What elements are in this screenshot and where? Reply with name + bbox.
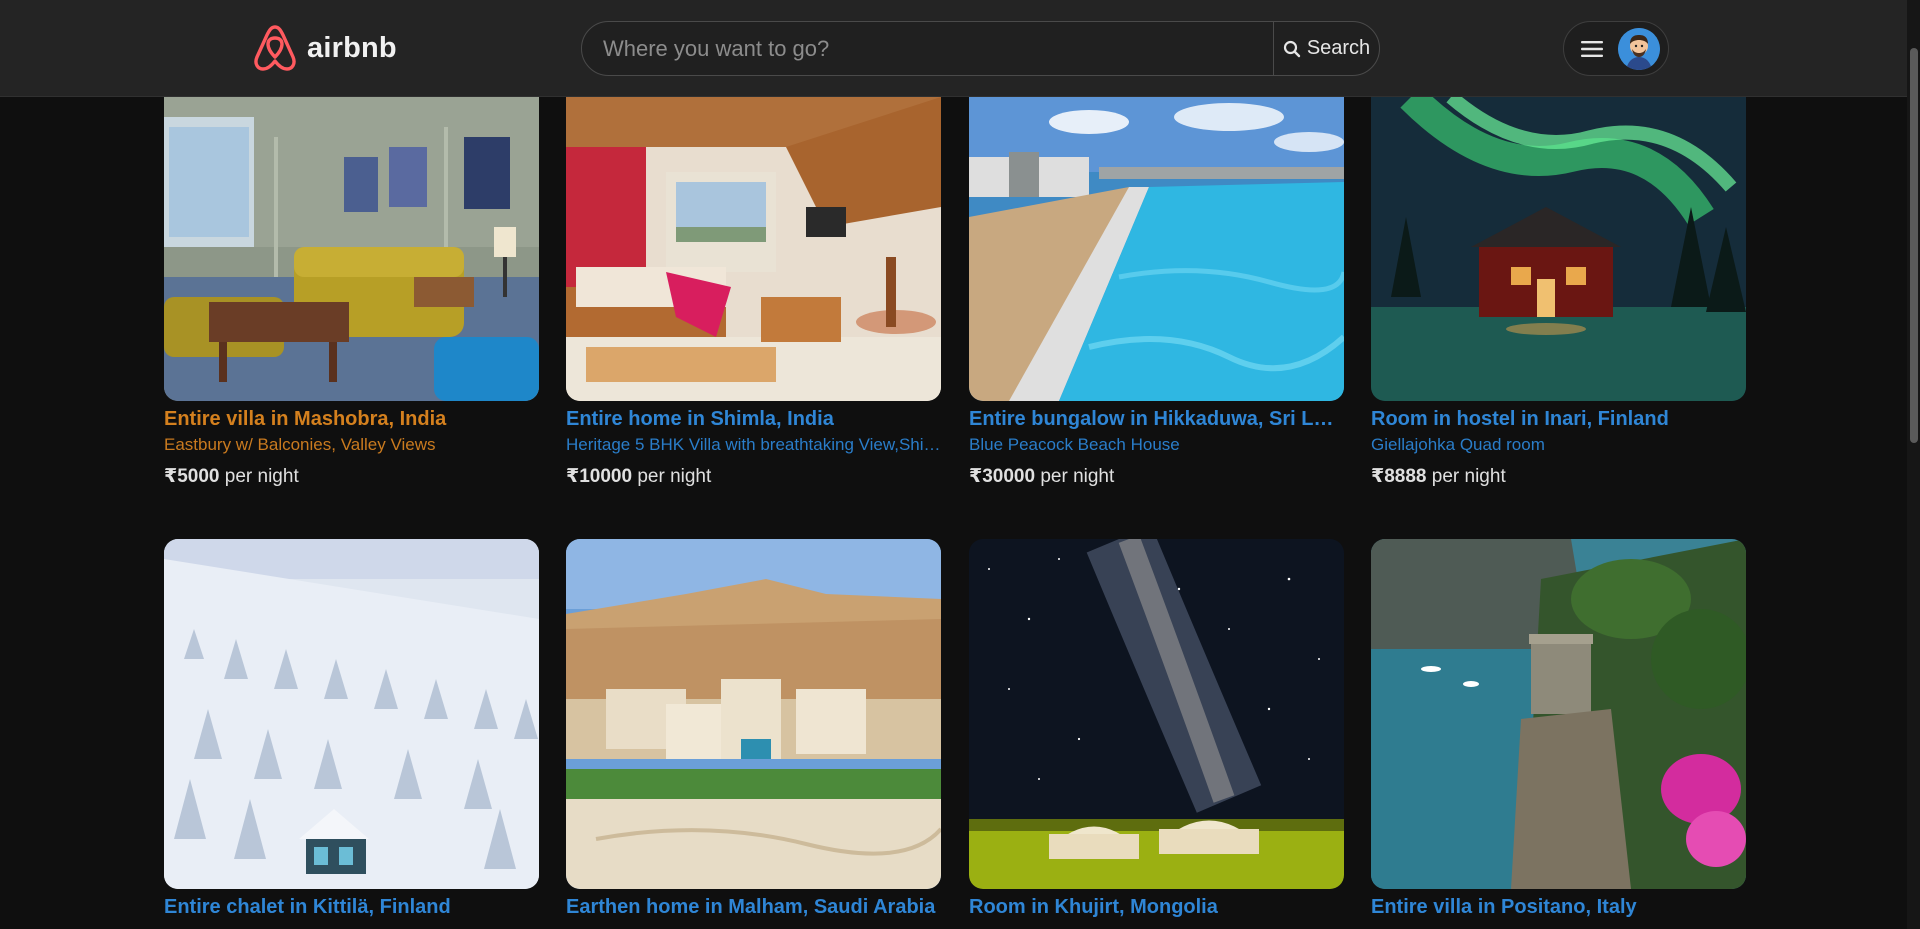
listing-subtitle[interactable]: Blue Peacock Beach House (969, 435, 1344, 455)
listing-photo[interactable] (164, 539, 539, 889)
search-input[interactable] (582, 22, 1273, 75)
price-amount: ₹30000 (969, 466, 1036, 487)
listing-card[interactable]: Entire bungalow in Hikkaduwa, Sri Lanka … (969, 97, 1344, 488)
price-suffix: per night (1035, 466, 1115, 487)
listing-card[interactable]: Entire chalet in Kittilä, Finland (164, 539, 539, 919)
listing-photo[interactable] (164, 97, 539, 401)
brand-name: airbnb (307, 31, 397, 64)
listing-photo[interactable] (969, 97, 1344, 401)
search-button-label: Search (1306, 37, 1371, 59)
listing-card[interactable]: Room in hostel in Inari, Finland Giellaj… (1371, 97, 1746, 488)
listing-card[interactable]: Entire villa in Mashobra, India Eastbury… (164, 97, 539, 488)
listing-price: ₹30000 per night (969, 465, 1344, 488)
listing-title[interactable]: Room in hostel in Inari, Finland (1371, 408, 1746, 431)
airbnb-logo-link[interactable]: airbnb (251, 23, 397, 73)
listing-title[interactable]: Entire villa in Mashobra, India (164, 408, 539, 431)
listing-price: ₹5000 per night (164, 465, 539, 488)
listing-subtitle[interactable]: Eastbury w/ Balconies, Valley Views (164, 435, 539, 455)
price-amount: ₹5000 (164, 466, 220, 487)
user-avatar (1618, 27, 1660, 70)
listing-title[interactable]: Entire home in Shimla, India (566, 408, 941, 431)
listing-price: ₹8888 per night (1371, 465, 1746, 488)
top-navbar: airbnb Search (0, 0, 1907, 97)
scrollbar-thumb[interactable] (1910, 48, 1918, 443)
listing-title[interactable]: Entire villa in Positano, Italy (1371, 896, 1746, 919)
page-scrollbar[interactable] (1907, 0, 1920, 929)
price-suffix: per night (632, 466, 712, 487)
listing-card[interactable]: Entire villa in Positano, Italy (1371, 539, 1746, 919)
listing-photo[interactable] (1371, 539, 1746, 889)
listing-card[interactable]: Entire home in Shimla, India Heritage 5 … (566, 97, 941, 488)
price-suffix: per night (219, 466, 299, 487)
search-bar: Search (581, 21, 1380, 76)
listing-card[interactable]: Room in Khujirt, Mongolia (969, 539, 1344, 919)
listing-photo[interactable] (566, 97, 941, 401)
price-suffix: per night (1426, 466, 1506, 487)
magnifier-icon (1283, 40, 1301, 57)
airbnb-logo-icon (254, 25, 296, 71)
listing-photo[interactable] (969, 539, 1344, 889)
hamburger-menu-icon (1581, 40, 1603, 57)
user-menu-button[interactable] (1563, 21, 1669, 76)
listing-title[interactable]: Room in Khujirt, Mongolia (969, 896, 1344, 919)
search-button[interactable]: Search (1273, 22, 1379, 75)
price-amount: ₹10000 (566, 466, 633, 487)
listing-subtitle[interactable]: Heritage 5 BHK Villa with breathtaking V… (566, 435, 941, 455)
listing-title[interactable]: Earthen home in Malham, Saudi Arabia (566, 896, 941, 919)
listing-title[interactable]: Entire bungalow in Hikkaduwa, Sri Lanka (969, 408, 1344, 431)
listing-title[interactable]: Entire chalet in Kittilä, Finland (164, 896, 539, 919)
listing-card[interactable]: Earthen home in Malham, Saudi Arabia (566, 539, 941, 919)
listing-price: ₹10000 per night (566, 465, 941, 488)
listing-photo[interactable] (1371, 97, 1746, 401)
listing-photo[interactable] (566, 539, 941, 889)
price-amount: ₹8888 (1371, 466, 1427, 487)
listing-subtitle[interactable]: Giellajohka Quad room (1371, 435, 1746, 455)
